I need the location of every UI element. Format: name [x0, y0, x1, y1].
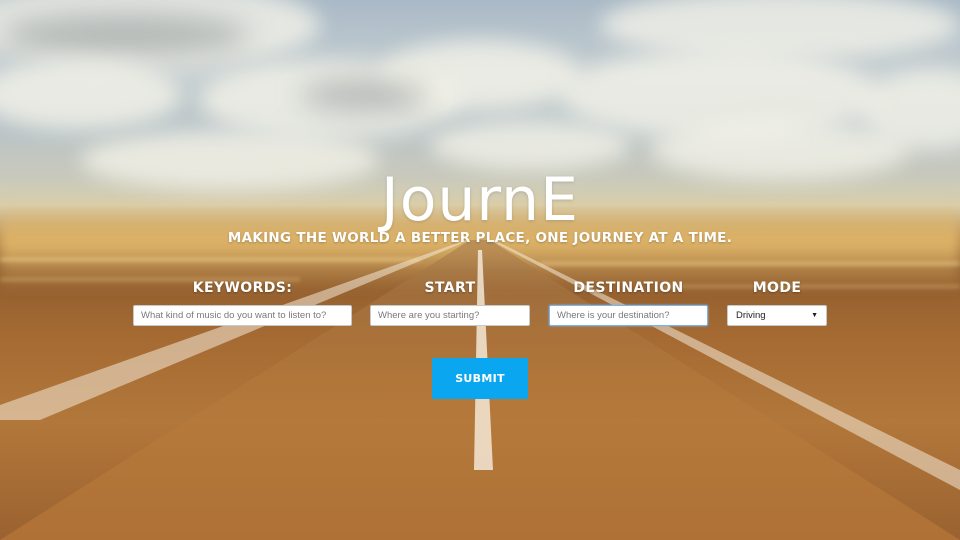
submit-button[interactable]: SUBMIT	[432, 358, 528, 399]
tagline: MAKING THE WORLD A BETTER PLACE, ONE JOU…	[227, 230, 733, 246]
start-label: START	[424, 280, 476, 296]
destination-input[interactable]	[549, 305, 708, 326]
dropdown-arrow-icon: ▼	[811, 312, 818, 319]
mode-label: MODE	[752, 280, 802, 296]
mode-select[interactable]: Driving ▼	[727, 305, 827, 326]
mode-selected-value: Driving	[736, 310, 766, 321]
keywords-label: KEYWORDS:	[192, 280, 293, 296]
keywords-input[interactable]	[133, 305, 352, 326]
start-input[interactable]	[370, 305, 530, 326]
destination-label: DESTINATION	[573, 280, 684, 296]
logo-text: JournE	[381, 165, 579, 235]
hero-section: JournE MAKING THE WORLD A BETTER PLACE, …	[0, 0, 960, 540]
